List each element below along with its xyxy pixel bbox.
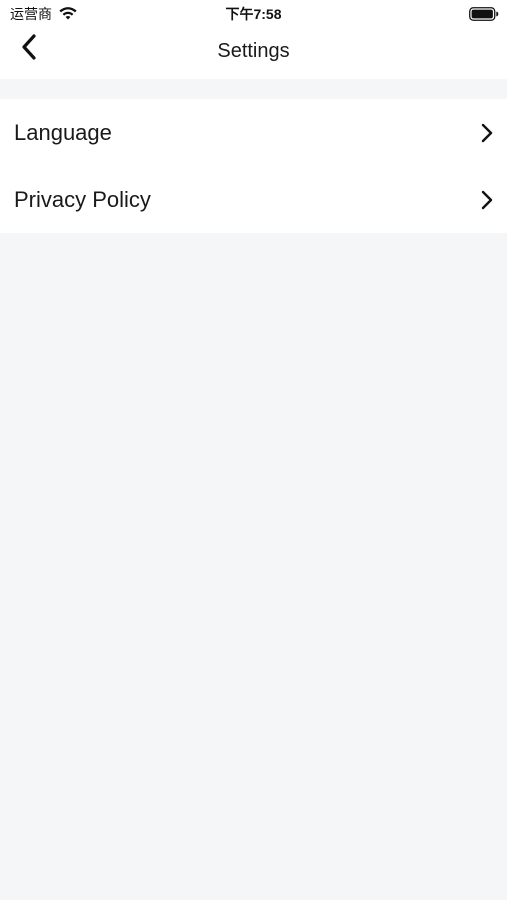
status-time: 下午7:58 (225, 6, 282, 22)
battery-icon (469, 7, 499, 21)
chevron-right-icon (481, 190, 493, 209)
settings-list: Language Privacy Policy (0, 99, 507, 233)
status-bar: 运营商 下午7:58 (0, 0, 507, 28)
nav-bar: Settings (0, 28, 507, 79)
settings-item-language[interactable]: Language (0, 99, 507, 166)
settings-item-label: Privacy Policy (14, 186, 151, 212)
settings-screen: 运营商 下午7:58 Settings Language Privacy Pol… (0, 0, 507, 900)
settings-item-privacy-policy[interactable]: Privacy Policy (0, 166, 507, 233)
settings-item-label: Language (14, 119, 112, 145)
page-title: Settings (217, 40, 290, 62)
chevron-right-icon (481, 123, 493, 142)
